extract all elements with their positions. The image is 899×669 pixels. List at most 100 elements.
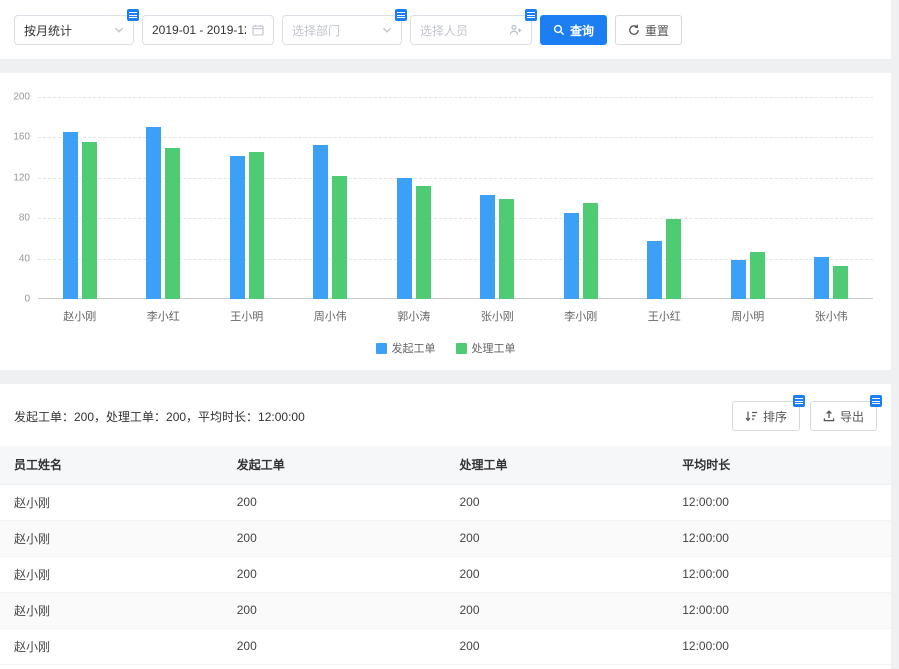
x-axis-label: 周小伟 [289,308,373,324]
table-header-cell: 员工姓名 [0,446,223,484]
results-panel: 发起工单：200，处理工单：200，平均时长：12:00:00 排序 导出 [0,384,891,669]
x-axis-label: 李小刚 [539,308,623,324]
chart-bar[interactable] [230,156,245,299]
table-cell: 200 [223,520,446,556]
sort-button-label: 排序 [763,408,787,425]
table-header-row: 员工姓名发起工单处理工单平均时长 [0,446,891,484]
bar-group [623,97,707,299]
x-axis-label: 张小刚 [456,308,540,324]
bar-group [38,97,122,299]
table-row: 赵小刚20020012:00:00 [0,592,891,628]
table-row: 赵小刚20020012:00:00 [0,628,891,664]
table-row: 赵小刚20020012:00:00 [0,556,891,592]
bar-group [289,97,373,299]
table-cell: 200 [446,628,669,664]
chart-bar[interactable] [647,241,662,299]
chart-bar[interactable] [313,145,328,299]
bar-group [372,97,456,299]
bar-group [790,97,874,299]
table-body: 赵小刚20020012:00:00赵小刚20020012:00:00赵小刚200… [0,484,891,664]
table-cell: 200 [223,556,446,592]
legend-swatch [376,343,387,354]
chart-bar[interactable] [814,257,829,299]
table-cell: 赵小刚 [0,484,223,520]
reset-button[interactable]: 重置 [615,15,682,45]
table-cell: 200 [223,592,446,628]
table-cell: 200 [446,520,669,556]
chart-bar[interactable] [332,176,347,299]
legend-label: 处理工单 [472,340,516,356]
bar-group [539,97,623,299]
chart-bar[interactable] [146,127,161,299]
chart-bar[interactable] [165,148,180,300]
table-cell: 12:00:00 [668,484,891,520]
summary-text: 发起工单：200，处理工单：200，平均时长：12:00:00 [14,408,305,425]
x-axis-label: 王小明 [205,308,289,324]
chart-bar[interactable] [499,199,514,299]
export-icon [823,410,835,422]
table-cell: 200 [223,628,446,664]
table-cell: 200 [446,484,669,520]
department-select[interactable]: 选择部门 [282,15,402,45]
table-actions: 排序 导出 [732,401,877,431]
y-axis-label: 40 [19,253,30,264]
annotation-badge [793,395,805,407]
query-button[interactable]: 查询 [540,15,607,45]
x-axis-labels: 赵小刚李小红王小明周小伟郭小涛张小刚李小刚王小红周小明张小伟 [38,299,873,324]
chart-bar[interactable] [666,219,681,299]
period-select[interactable]: 按月统计 [14,15,134,45]
bar-chart-plot: 04080120160200 [38,97,873,299]
export-button-label: 导出 [840,408,864,425]
table-cell: 赵小刚 [0,556,223,592]
bar-group [456,97,540,299]
person-input-placeholder: 选择人员 [420,22,503,39]
x-axis-label: 李小红 [122,308,206,324]
bars-layer [38,97,873,299]
chart-bar[interactable] [833,266,848,299]
export-button[interactable]: 导出 [810,401,877,431]
reset-button-label: 重置 [645,22,669,39]
table-cell: 12:00:00 [668,592,891,628]
table-cell: 200 [446,556,669,592]
legend-swatch [456,343,467,354]
legend-item[interactable]: 处理工单 [456,340,516,356]
chart-legend: 发起工单 处理工单 [0,340,891,356]
table-cell: 赵小刚 [0,592,223,628]
date-range-input[interactable]: 2019-01 - 2019-12 [142,15,274,45]
period-select-value: 按月统计 [24,22,108,39]
chevron-down-icon [382,25,392,35]
annotation-badge [127,9,139,21]
legend-label: 发起工单 [392,340,436,356]
y-axis-label: 120 [13,172,30,183]
chart-bar[interactable] [731,260,746,299]
legend-item[interactable]: 发起工单 [376,340,436,356]
y-axis-label: 200 [13,92,30,103]
x-axis-label: 周小明 [706,308,790,324]
chart-bar[interactable] [416,186,431,299]
chart-bar[interactable] [564,213,579,299]
chart-bar[interactable] [583,203,598,299]
table-cell: 赵小刚 [0,628,223,664]
sort-button[interactable]: 排序 [732,401,800,431]
table-cell: 200 [446,592,669,628]
date-range-value: 2019-01 - 2019-12 [152,23,246,37]
annotation-badge [395,9,407,21]
table-cell: 赵小刚 [0,520,223,556]
chart-bar[interactable] [750,252,765,299]
chart-bar[interactable] [82,142,97,299]
x-axis-label: 王小红 [623,308,707,324]
table-header-cell: 平均时长 [668,446,891,484]
chart-bar[interactable] [249,152,264,299]
table-row: 赵小刚20020012:00:00 [0,484,891,520]
table-cell: 12:00:00 [668,556,891,592]
chart-bar[interactable] [397,178,412,299]
chart-bar[interactable] [63,132,78,299]
bar-group [205,97,289,299]
chart-bar[interactable] [480,195,495,299]
person-input[interactable]: 选择人员 [410,15,532,45]
page: 按月统计 2019-01 - 2019-12 选择部门 选择人员 [0,0,891,669]
y-axis-label: 0 [24,294,30,305]
query-button-label: 查询 [570,22,594,39]
chevron-down-icon [114,25,124,35]
table-cell: 12:00:00 [668,520,891,556]
